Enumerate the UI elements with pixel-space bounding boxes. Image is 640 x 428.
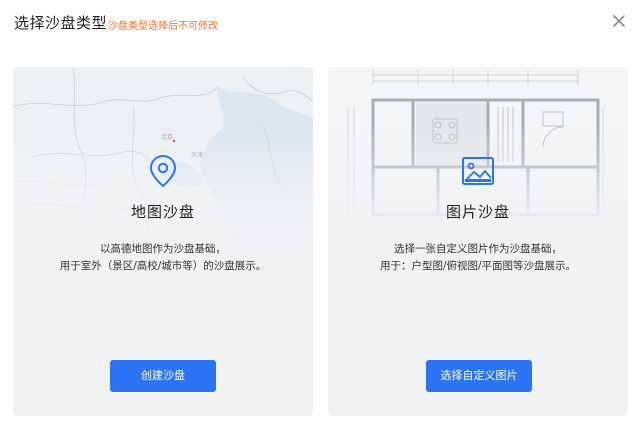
card-description-line: 选择一张自定义图片作为沙盘基础， (394, 243, 562, 255)
choose-custom-image-button[interactable]: 选择自定义图片 (426, 360, 532, 392)
image-icon (460, 153, 496, 189)
create-sandbox-button[interactable]: 创建沙盘 (110, 360, 216, 392)
card-title: 地图沙盘 (130, 203, 195, 221)
card-description: 以高德地图作为沙盘基础， 用于室外（景区/高校/城市等）的沙盘展示。 (13, 241, 313, 275)
map-sandbox-card[interactable]: 北京 天津 地图沙盘 以高德地图作为沙盘基础， 用于室外（景区/高校/城市等）的… (13, 67, 313, 416)
dialog-subtitle-warning: 沙盘类型选择后不可修改 (108, 21, 218, 32)
dialog-title: 选择沙盘类型 (14, 14, 108, 32)
card-description: 选择一张自定义图片作为沙盘基础， 用于：户型图/俯视图/平面图等沙盘展示。 (328, 241, 628, 275)
dialog-header: 选择沙盘类型 沙盘类型选择后不可修改 (0, 0, 640, 46)
card-description-line: 用于室外（景区/高校/城市等）的沙盘展示。 (59, 260, 267, 272)
close-icon[interactable] (610, 12, 628, 30)
location-pin-icon (145, 153, 181, 189)
card-title: 图片沙盘 (445, 203, 510, 221)
card-description-line: 以高德地图作为沙盘基础， (100, 243, 226, 255)
image-sandbox-card[interactable]: 图片沙盘 选择一张自定义图片作为沙盘基础， 用于：户型图/俯视图/平面图等沙盘展… (328, 67, 628, 416)
card-description-line: 用于：户型图/俯视图/平面图等沙盘展示。 (379, 260, 577, 272)
